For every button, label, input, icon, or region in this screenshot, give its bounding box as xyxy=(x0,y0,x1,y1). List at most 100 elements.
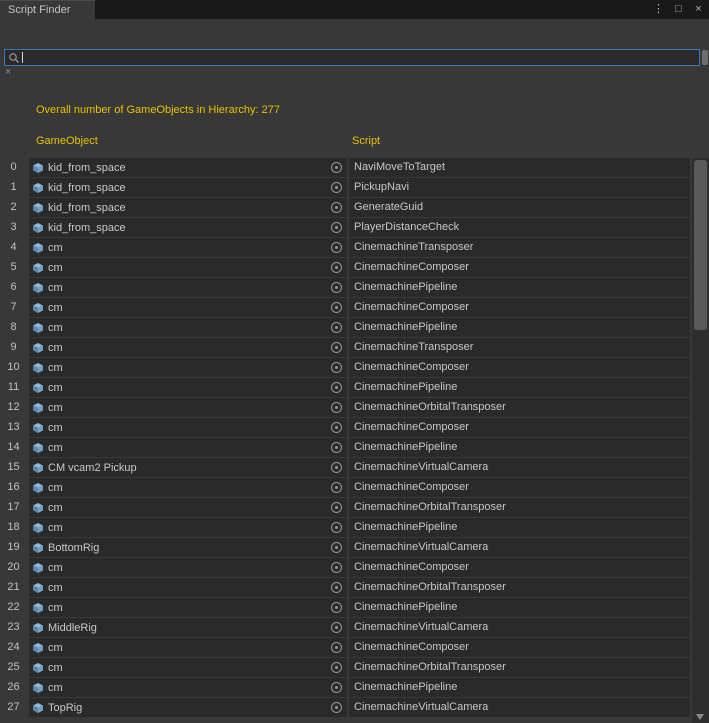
target-ping-icon[interactable] xyxy=(331,602,342,613)
script-cell[interactable]: CinemachineTransposer xyxy=(349,338,690,357)
gameobject-cell[interactable]: cm xyxy=(29,578,347,597)
script-cell[interactable]: CinemachineComposer xyxy=(349,638,690,657)
search-box[interactable] xyxy=(4,49,700,66)
kebab-menu-icon[interactable]: ⋮ xyxy=(652,0,665,19)
gameobject-cell[interactable]: cm xyxy=(29,378,347,397)
gameobject-cell[interactable]: kid_from_space xyxy=(29,178,347,197)
gameobject-cell[interactable]: cm xyxy=(29,238,347,257)
target-ping-icon[interactable] xyxy=(331,442,342,453)
gameobject-cell[interactable]: MiddleRig xyxy=(29,618,347,637)
script-cell[interactable]: CinemachineOrbitalTransposer xyxy=(349,498,690,517)
script-cell[interactable]: CinemachinePipeline xyxy=(349,518,690,537)
scrollbar-top-stub[interactable] xyxy=(702,50,708,65)
script-cell[interactable]: CinemachineComposer xyxy=(349,558,690,577)
tab-title: Script Finder xyxy=(8,4,71,16)
gameobject-cell[interactable]: CM vcam2 Pickup xyxy=(29,458,347,477)
clear-search-icon[interactable]: × xyxy=(5,67,11,78)
gameobject-cell[interactable]: cm xyxy=(29,438,347,457)
script-cell[interactable]: PickupNavi xyxy=(349,178,690,197)
gameobject-cube-icon xyxy=(32,362,44,374)
gameobject-cell[interactable]: cm xyxy=(29,258,347,277)
target-ping-icon[interactable] xyxy=(331,562,342,573)
script-cell[interactable]: CinemachineComposer xyxy=(349,298,690,317)
tab-script-finder[interactable]: Script Finder xyxy=(0,0,95,19)
script-cell[interactable]: CinemachineVirtualCamera xyxy=(349,618,690,637)
table-row: 20 cm CinemachineComposer xyxy=(0,558,692,578)
target-ping-icon[interactable] xyxy=(331,582,342,593)
script-cell[interactable]: CinemachineComposer xyxy=(349,358,690,377)
gameobject-cell[interactable]: BottomRig xyxy=(29,538,347,557)
script-cell[interactable]: CinemachineVirtualCamera xyxy=(349,458,690,477)
target-ping-icon[interactable] xyxy=(331,542,342,553)
script-cell[interactable]: CinemachinePipeline xyxy=(349,598,690,617)
target-ping-icon[interactable] xyxy=(331,682,342,693)
scrollbar-thumb[interactable] xyxy=(694,160,707,330)
gameobject-cell[interactable]: cm xyxy=(29,318,347,337)
gameobject-cell[interactable]: kid_from_space xyxy=(29,198,347,217)
script-cell[interactable]: CinemachineTransposer xyxy=(349,238,690,257)
target-ping-icon[interactable] xyxy=(331,502,342,513)
target-ping-icon[interactable] xyxy=(331,182,342,193)
script-cell[interactable]: CinemachineVirtualCamera xyxy=(349,538,690,557)
gameobject-cell[interactable]: cm xyxy=(29,358,347,377)
script-cell[interactable]: PlayerDistanceCheck xyxy=(349,218,690,237)
script-cell[interactable]: CinemachinePipeline xyxy=(349,438,690,457)
search-input[interactable] xyxy=(23,51,696,64)
target-ping-icon[interactable] xyxy=(331,422,342,433)
target-ping-icon[interactable] xyxy=(331,162,342,173)
script-name: CinemachineTransposer xyxy=(354,241,474,253)
script-cell[interactable]: CinemachineComposer xyxy=(349,418,690,437)
script-cell[interactable]: CinemachinePipeline xyxy=(349,678,690,697)
gameobject-cell[interactable]: cm xyxy=(29,498,347,517)
target-ping-icon[interactable] xyxy=(331,622,342,633)
script-cell[interactable]: CinemachineComposer xyxy=(349,258,690,277)
target-ping-icon[interactable] xyxy=(331,342,342,353)
target-ping-icon[interactable] xyxy=(331,642,342,653)
gameobject-cell[interactable]: cm xyxy=(29,638,347,657)
gameobject-cell[interactable]: cm xyxy=(29,418,347,437)
script-cell[interactable]: CinemachineComposer xyxy=(349,478,690,497)
close-icon[interactable]: × xyxy=(692,0,705,19)
gameobject-cell[interactable]: cm xyxy=(29,658,347,677)
scroll-down-icon[interactable] xyxy=(696,714,704,720)
script-cell[interactable]: CinemachinePipeline xyxy=(349,378,690,397)
script-cell[interactable]: CinemachineOrbitalTransposer xyxy=(349,658,690,677)
target-ping-icon[interactable] xyxy=(331,222,342,233)
script-cell[interactable]: CinemachineOrbitalTransposer xyxy=(349,578,690,597)
gameobject-cell[interactable]: kid_from_space xyxy=(29,158,347,177)
target-ping-icon[interactable] xyxy=(331,242,342,253)
gameobject-cell[interactable]: cm xyxy=(29,518,347,537)
target-ping-icon[interactable] xyxy=(331,322,342,333)
vertical-scrollbar[interactable] xyxy=(692,158,709,723)
target-ping-icon[interactable] xyxy=(331,202,342,213)
gameobject-cell[interactable]: cm xyxy=(29,278,347,297)
gameobject-cell[interactable]: TopRig xyxy=(29,698,347,717)
gameobject-cell[interactable]: kid_from_space xyxy=(29,218,347,237)
target-ping-icon[interactable] xyxy=(331,482,342,493)
target-ping-icon[interactable] xyxy=(331,262,342,273)
gameobject-cell[interactable]: cm xyxy=(29,338,347,357)
target-ping-icon[interactable] xyxy=(331,522,342,533)
script-cell[interactable]: NaviMoveToTarget xyxy=(349,158,690,177)
gameobject-cell[interactable]: cm xyxy=(29,678,347,697)
maximize-icon[interactable]: □ xyxy=(672,0,685,19)
gameobject-cell[interactable]: cm xyxy=(29,558,347,577)
target-ping-icon[interactable] xyxy=(331,302,342,313)
target-ping-icon[interactable] xyxy=(331,382,342,393)
script-cell[interactable]: CinemachineOrbitalTransposer xyxy=(349,398,690,417)
target-ping-icon[interactable] xyxy=(331,662,342,673)
target-ping-icon[interactable] xyxy=(331,362,342,373)
gameobject-cell[interactable]: cm xyxy=(29,598,347,617)
target-ping-icon[interactable] xyxy=(331,462,342,473)
gameobject-cell[interactable]: cm xyxy=(29,298,347,317)
target-ping-icon[interactable] xyxy=(331,402,342,413)
script-cell[interactable]: CinemachinePipeline xyxy=(349,278,690,297)
gameobject-cell[interactable]: cm xyxy=(29,398,347,417)
script-cell[interactable]: GenerateGuid xyxy=(349,198,690,217)
target-ping-icon[interactable] xyxy=(331,282,342,293)
gameobject-cell[interactable]: cm xyxy=(29,478,347,497)
target-ping-icon[interactable] xyxy=(331,702,342,713)
script-cell[interactable]: CinemachinePipeline xyxy=(349,318,690,337)
script-cell[interactable]: CinemachineVirtualCamera xyxy=(349,698,690,717)
gameobject-cube-icon xyxy=(32,262,44,274)
